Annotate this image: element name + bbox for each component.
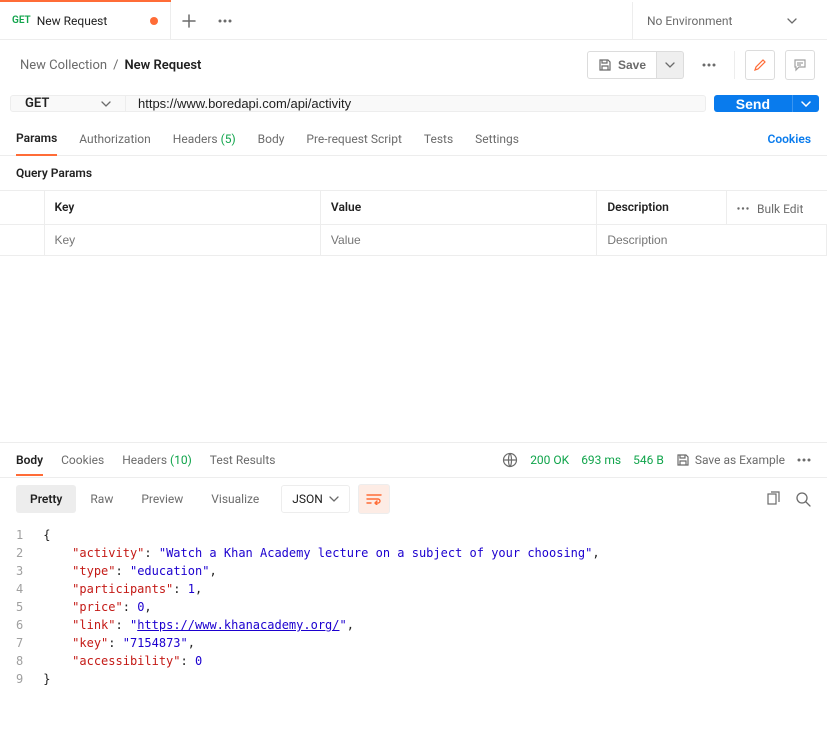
dots-icon — [737, 207, 749, 210]
url-row: GET Send — [0, 90, 827, 122]
tab-method-label: GET — [12, 15, 31, 26]
checkbox-cell[interactable] — [0, 224, 44, 255]
response-tabs: Body Cookies Headers (10) Test Results 2… — [0, 443, 827, 477]
response-tab-headers-label: Headers — [122, 453, 167, 467]
send-button[interactable]: Send — [714, 95, 792, 112]
tab-headers-count: (5) — [221, 132, 236, 146]
value-column-header: Value — [320, 191, 596, 225]
response-tab-cookies[interactable]: Cookies — [61, 453, 104, 467]
tab-prerequest[interactable]: Pre-request Script — [306, 123, 401, 155]
pencil-icon — [753, 58, 767, 72]
request-tabs: Params Authorization Headers (5) Body Pr… — [0, 122, 827, 156]
tab-headers-label: Headers — [173, 132, 218, 146]
send-button-group: Send — [714, 95, 819, 112]
view-visualize-button[interactable]: Visualize — [197, 485, 273, 513]
view-pretty-button[interactable]: Pretty — [16, 485, 76, 513]
key-column-header: Key — [44, 191, 320, 225]
format-label: JSON — [292, 492, 323, 506]
tab-headers[interactable]: Headers (5) — [173, 123, 236, 155]
save-as-example-label: Save as Example — [695, 453, 785, 467]
method-select[interactable]: GET — [11, 96, 126, 111]
tab-params[interactable]: Params — [16, 122, 57, 156]
chevron-down-icon — [787, 18, 797, 24]
tab-tests[interactable]: Tests — [424, 123, 453, 155]
url-input[interactable] — [126, 96, 705, 111]
breadcrumb-separator: / — [113, 58, 118, 73]
key-input[interactable] — [55, 233, 310, 247]
cookies-link[interactable]: Cookies — [767, 132, 811, 146]
status-size: 546 B — [633, 453, 664, 467]
bulk-edit-label: Bulk Edit — [757, 202, 803, 216]
view-preview-button[interactable]: Preview — [127, 485, 197, 513]
save-button-group: Save — [587, 51, 684, 79]
divider — [734, 51, 735, 79]
response-section: Body Cookies Headers (10) Test Results 2… — [0, 442, 827, 729]
method-label: GET — [25, 96, 49, 111]
response-status: 200 OK 693 ms 546 B Save as Example — [502, 452, 811, 468]
tab-settings[interactable]: Settings — [475, 123, 519, 155]
dots-icon[interactable] — [797, 458, 811, 462]
chevron-down-icon — [329, 496, 339, 502]
search-icon[interactable] — [795, 491, 811, 507]
tab-title: New Request — [37, 14, 108, 28]
query-params-label: Query Params — [0, 156, 827, 190]
header-row: New Collection / New Request Save — [0, 40, 827, 90]
checkbox-column-header — [0, 191, 44, 225]
viewer-right-controls — [765, 491, 811, 507]
params-table: Key Value Description Bulk Edit — [0, 190, 827, 256]
tab-overflow-button[interactable] — [207, 19, 243, 23]
globe-icon[interactable] — [502, 452, 518, 468]
send-dropdown-button[interactable] — [792, 95, 819, 112]
unsaved-dot-icon — [150, 17, 158, 25]
breadcrumb-request: New Request — [124, 58, 201, 73]
comment-icon — [793, 58, 807, 72]
table-row — [0, 224, 827, 255]
response-tab-body[interactable]: Body — [16, 453, 43, 476]
wrap-icon — [366, 493, 382, 505]
description-column-header: Description — [597, 191, 727, 225]
save-dropdown-button[interactable] — [657, 51, 684, 79]
breadcrumb-collection[interactable]: New Collection — [20, 58, 107, 73]
environment-dropdown[interactable]: No Environment — [632, 2, 827, 40]
format-select[interactable]: JSON — [281, 485, 350, 513]
save-icon — [676, 453, 690, 467]
edit-button[interactable] — [745, 50, 775, 80]
response-body-viewer[interactable]: 123456789 { "activity": "Watch a Khan Ac… — [0, 520, 827, 729]
view-raw-button[interactable]: Raw — [76, 485, 127, 513]
save-label: Save — [618, 58, 646, 72]
line-gutter: 123456789 — [0, 520, 33, 729]
chevron-down-icon — [801, 101, 811, 107]
tab-authorization[interactable]: Authorization — [79, 123, 151, 155]
request-tab[interactable]: GET New Request — [0, 2, 171, 40]
chevron-down-icon — [101, 101, 111, 107]
comment-button[interactable] — [785, 50, 815, 80]
new-tab-button[interactable] — [171, 14, 207, 28]
wrap-lines-button[interactable] — [358, 484, 390, 514]
save-icon — [598, 58, 612, 72]
description-input[interactable] — [607, 233, 816, 247]
environment-label: No Environment — [647, 14, 732, 28]
save-as-example-button[interactable]: Save as Example — [676, 453, 785, 467]
code-content[interactable]: { "activity": "Watch a Khan Academy lect… — [33, 520, 827, 729]
response-tab-headers-count: (10) — [170, 453, 192, 467]
tabs-bar: GET New Request No Environment — [0, 2, 827, 40]
view-mode-segment: Pretty Raw Preview Visualize — [16, 485, 273, 513]
breadcrumb: New Collection / New Request — [20, 58, 577, 73]
value-input[interactable] — [331, 233, 586, 247]
tab-body[interactable]: Body — [258, 123, 285, 155]
url-group: GET — [10, 95, 706, 112]
response-tab-headers[interactable]: Headers (10) — [122, 453, 192, 467]
save-button[interactable]: Save — [587, 51, 657, 79]
dots-icon — [702, 63, 716, 67]
copy-icon[interactable] — [765, 491, 781, 507]
bulk-edit-header[interactable]: Bulk Edit — [727, 191, 827, 225]
response-tab-tests[interactable]: Test Results — [210, 453, 276, 467]
status-code: 200 OK — [530, 453, 569, 467]
status-time: 693 ms — [581, 453, 621, 467]
viewer-controls: Pretty Raw Preview Visualize JSON — [0, 477, 827, 520]
chevron-down-icon — [665, 62, 675, 68]
more-actions-button[interactable] — [694, 50, 724, 80]
